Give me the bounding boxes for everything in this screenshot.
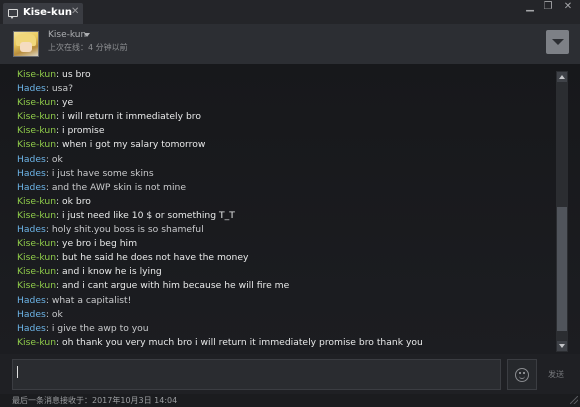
avatar-face: [20, 42, 32, 52]
message-sender[interactable]: Kise-kun: [17, 111, 56, 122]
message-sender[interactable]: Hades: [17, 224, 46, 235]
maximize-button[interactable]: ❐: [540, 1, 556, 15]
tab-close-button[interactable]: ✕: [71, 6, 79, 17]
message-text: : i just need like 10 $ or something T_T: [56, 209, 235, 221]
chat-message: Kise-kun: i promise: [17, 124, 547, 138]
message-sender[interactable]: Kise-kun: [17, 139, 56, 150]
title-bar: Kise-kun ✕ ▁ ❐ ✕: [0, 0, 580, 24]
chat-message: Kise-kun: oh thank you very much bro i w…: [17, 336, 547, 350]
composer: 发送: [0, 354, 580, 394]
chat-message: Kise-kun: i just need like 10 $ or somet…: [17, 209, 547, 223]
message-text: : what a capitalist!: [45, 294, 132, 306]
chat-message: Kise-kun: ye: [17, 96, 547, 110]
message-text: : oh thank you very much bro i will retu…: [56, 336, 423, 348]
last-message-time: 最后一条消息接收于：2017年10月3日 14:04: [12, 396, 178, 405]
message-text: : ok: [45, 308, 63, 320]
send-button[interactable]: 发送: [540, 359, 572, 390]
message-sender[interactable]: Kise-kun: [17, 210, 56, 221]
message-text: : ye bro i beg him: [56, 238, 138, 250]
message-input[interactable]: [12, 359, 501, 390]
message-text: : and i cant argue with him because he w…: [56, 280, 290, 292]
chat-message: Hades: holy shit.you boss is so shameful: [17, 223, 547, 237]
chat-message: Hades: ok: [17, 153, 547, 167]
message-text: : i give the awp to you: [45, 322, 149, 334]
friend-name[interactable]: Kise-kun: [48, 30, 86, 40]
footer: 最后一条消息接收于：2017年10月3日 14:04: [0, 394, 580, 407]
chat-message: Hades: i just have some skins: [17, 167, 547, 181]
chat-message: Hades: i give the awp to you: [17, 322, 547, 336]
chat-message: Hades: what a capitalist!: [17, 294, 547, 308]
message-sender[interactable]: Kise-kun: [17, 97, 56, 108]
chat-message: Kise-kun: and i know he is lying: [17, 265, 547, 279]
message-sender[interactable]: Kise-kun: [17, 266, 56, 277]
chat-message: Kise-kun: but he said he does not have t…: [17, 251, 547, 265]
message-list: Kise-kun: us bro Hades: usa? Kise-kun: ye K…: [17, 68, 547, 350]
minimize-button[interactable]: ▁: [522, 1, 538, 15]
message-text: : i promise: [56, 125, 105, 137]
emoticon-button[interactable]: [507, 359, 537, 390]
chat-scrollbar[interactable]: [556, 71, 568, 352]
chat-tab[interactable]: Kise-kun ✕: [3, 3, 83, 24]
chat-history: Kise-kun: us bro Hades: usa? Kise-kun: ye K…: [0, 64, 580, 354]
chat-message: Kise-kun: us bro: [17, 68, 547, 82]
message-text: : and i know he is lying: [56, 266, 162, 278]
message-text: : usa?: [45, 83, 73, 95]
chat-message: Kise-kun: when i got my salary tomorrow: [17, 138, 547, 152]
chat-message: Kise-kun: i will return it immediately b…: [17, 110, 547, 124]
message-text: : when i got my salary tomorrow: [56, 139, 206, 151]
smiley-icon: [515, 368, 529, 382]
chat-header: Kise-kun 上次在线：4 分钟以前: [0, 24, 580, 64]
message-text: : i will return it immediately bro: [56, 111, 201, 123]
message-sender[interactable]: Kise-kun: [17, 280, 56, 291]
message-sender[interactable]: Kise-kun: [17, 196, 56, 207]
chat-menu-button[interactable]: [546, 30, 569, 54]
friend-status: 上次在线：4 分钟以前: [48, 43, 128, 52]
tab-title: Kise-kun: [23, 7, 72, 18]
message-sender[interactable]: Kise-kun: [17, 69, 56, 80]
message-sender[interactable]: Hades: [17, 295, 46, 306]
avatar[interactable]: [13, 31, 39, 57]
message-sender[interactable]: Hades: [17, 83, 46, 94]
chat-message: Kise-kun: ye bro i beg him: [17, 237, 547, 251]
message-sender[interactable]: Kise-kun: [17, 252, 56, 263]
scroll-thumb[interactable]: [557, 207, 567, 331]
message-sender[interactable]: Kise-kun: [17, 125, 56, 136]
resize-grip-icon[interactable]: [570, 396, 578, 404]
chevron-down-icon[interactable]: [84, 33, 90, 37]
message-text: : holy shit.you boss is so shameful: [45, 224, 204, 236]
scroll-down-icon[interactable]: [557, 341, 567, 351]
chat-message: Kise-kun: ok bro: [17, 195, 547, 209]
message-sender[interactable]: Kise-kun: [17, 337, 56, 348]
message-sender[interactable]: Hades: [17, 323, 46, 334]
chat-message: Hades: usa?: [17, 82, 547, 96]
message-sender[interactable]: Hades: [17, 182, 46, 193]
message-sender[interactable]: Hades: [17, 154, 46, 165]
scroll-up-icon[interactable]: [557, 72, 567, 82]
chat-message: Hades: and the AWP skin is not mine: [17, 181, 547, 195]
chat-message: Kise-kun: and i cant argue with him beca…: [17, 279, 547, 293]
message-text: : ok bro: [56, 195, 91, 207]
chat-message: Hades: ok: [17, 308, 547, 322]
message-text: : but he said he does not have the money: [56, 252, 249, 264]
chat-bubble-icon: [8, 9, 18, 19]
message-text: : i just have some skins: [45, 167, 154, 179]
message-text: : ok: [45, 153, 63, 165]
text-caret: [17, 366, 18, 378]
message-sender[interactable]: Hades: [17, 168, 46, 179]
close-window-button[interactable]: ✕: [560, 1, 576, 15]
message-text: : us bro: [56, 69, 91, 80]
message-text: : and the AWP skin is not mine: [45, 181, 186, 193]
message-sender[interactable]: Hades: [17, 309, 46, 320]
message-sender[interactable]: Kise-kun: [17, 238, 56, 249]
message-text: : ye: [56, 97, 74, 109]
